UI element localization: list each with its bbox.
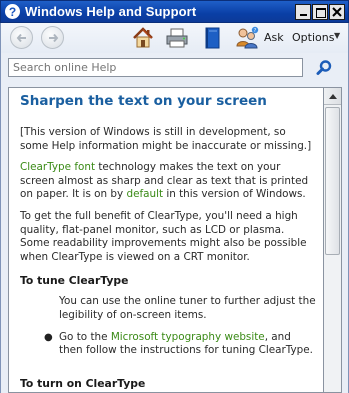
forward-button[interactable]: [41, 26, 64, 49]
arrow-up-icon: [328, 93, 337, 99]
development-notice: [This version of Windows is still in dev…: [20, 126, 312, 152]
printer-icon[interactable]: [165, 26, 189, 50]
tune-intro-paragraph: You can use the online tuner to further …: [59, 295, 316, 321]
content-area: Sharpen the text on your screen [This ve…: [0, 84, 349, 393]
window-controls: [295, 4, 345, 20]
help-app-icon: ?: [5, 4, 20, 19]
svg-text:?: ?: [254, 28, 257, 34]
back-arrow-icon: [16, 33, 26, 42]
cleartype-font-link[interactable]: ClearType font: [20, 161, 95, 173]
title-bar[interactable]: ? Windows Help and Support: [0, 0, 349, 23]
people-icon[interactable]: ?: [235, 26, 259, 50]
back-button[interactable]: [10, 26, 33, 49]
vertical-scrollbar[interactable]: [324, 87, 342, 393]
section-heading-turn-on: To turn on ClearType: [20, 376, 146, 390]
typography-website-link[interactable]: Microsoft typography website: [111, 331, 265, 343]
minimize-button[interactable]: [295, 4, 311, 20]
search-input[interactable]: [8, 58, 303, 77]
article-panel: Sharpen the text on your screen [This ve…: [8, 87, 324, 393]
section-heading-tune: To tune ClearType: [20, 274, 129, 288]
magnifier-icon[interactable]: [315, 59, 333, 77]
list-item: ● Go to the Microsoft typography website…: [20, 331, 316, 358]
article: Sharpen the text on your screen [This ve…: [20, 93, 316, 392]
close-button[interactable]: [329, 4, 345, 20]
bullet-icon: ●: [44, 331, 53, 343]
window-title: Windows Help and Support: [25, 4, 197, 19]
home-icon[interactable]: [131, 26, 155, 50]
bullet-text-a: Go to the: [59, 330, 111, 343]
maximize-button[interactable]: [312, 4, 328, 20]
search-bar: [0, 53, 349, 84]
toolbar: ? Ask Options ▼: [0, 23, 349, 53]
forward-arrow-icon: [48, 33, 58, 42]
bullet-text: Go to the Microsoft typography website, …: [59, 331, 316, 358]
book-icon[interactable]: [200, 26, 224, 50]
chevron-down-icon[interactable]: ▼: [334, 31, 340, 40]
monitor-paragraph: To get the full benefit of ClearType, yo…: [20, 209, 307, 263]
scroll-up-button[interactable]: [324, 88, 341, 105]
scroll-thumb[interactable]: [325, 107, 340, 255]
default-link[interactable]: default: [126, 188, 163, 200]
options-menu-button[interactable]: Options: [292, 31, 334, 44]
ask-button[interactable]: Ask: [264, 31, 284, 44]
close-icon: [332, 7, 342, 17]
intro-paragraph: ClearType font technology makes the text…: [20, 161, 316, 202]
page-title: Sharpen the text on your screen: [20, 93, 267, 109]
intro-text-b: in this version of Windows.: [163, 188, 306, 201]
